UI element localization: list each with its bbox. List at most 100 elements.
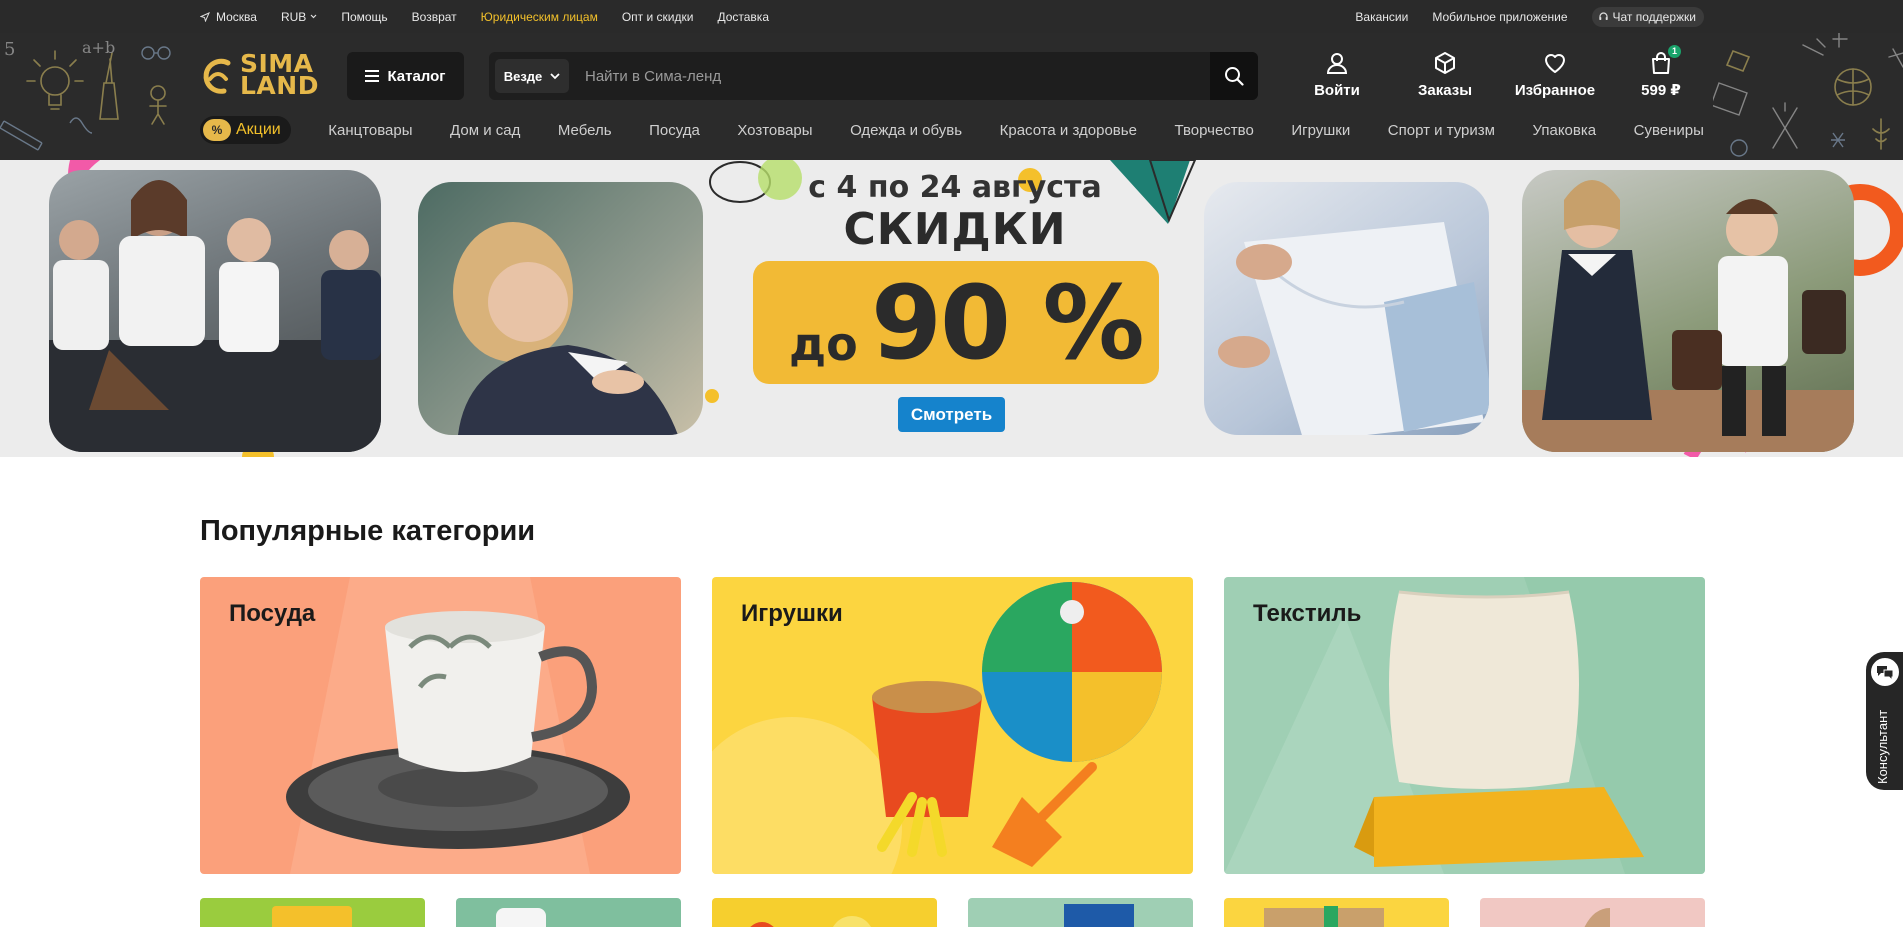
utility-bar: Москва RUB Помощь Возврат Юридическим ли… — [0, 0, 1903, 33]
promo-banner[interactable]: с 4 по 24 августа СКИДКИ до 90 % Смотрет… — [0, 160, 1903, 457]
banner-photo-girl-clapping — [418, 182, 703, 435]
search-icon — [1225, 67, 1244, 86]
logo-wordmark: SIMA LAND — [240, 49, 319, 100]
search-scope-select[interactable]: Везде — [495, 59, 569, 93]
nav-item-furniture[interactable]: Мебель — [558, 122, 612, 139]
user-icon — [1326, 53, 1348, 74]
category-card-tableware[interactable]: Посуда — [200, 577, 681, 874]
discount-plate: до 90 % — [753, 261, 1159, 384]
category-tile-4[interactable] — [968, 898, 1193, 927]
header-actions: Войти Заказы Избранное 1 599 ₽ — [1300, 45, 1696, 103]
category-card-label: Игрушки — [741, 600, 843, 627]
site-header: a+b 5 SIMA LAND Каталог Везде Найти в Си… — [0, 33, 1903, 160]
nav-item-packaging[interactable]: Упаковка — [1533, 122, 1597, 139]
nav-item-clothing[interactable]: Одежда и обувь — [850, 122, 962, 139]
category-tile-image — [1264, 906, 1384, 927]
cart-icon-wrap: 1 — [1649, 45, 1681, 75]
catalog-button[interactable]: Каталог — [347, 52, 464, 100]
category-tile-6[interactable] — [1480, 898, 1705, 927]
logo-emblem-icon — [203, 58, 231, 94]
favorites-button[interactable]: Избранное — [1510, 51, 1600, 99]
mobile-app-link[interactable]: Мобильное приложение — [1432, 10, 1567, 24]
promo-headline: СКИДКИ — [843, 204, 1067, 255]
consultant-widget[interactable]: Консультант — [1866, 652, 1903, 790]
chat-bubbles-glyph — [1877, 666, 1894, 680]
school-doodles-decoration: a+b 5 — [0, 38, 171, 151]
students-illustration — [49, 180, 381, 452]
banner-photo-students-group — [49, 170, 381, 452]
box-icon — [1435, 52, 1455, 74]
headset-icon — [1598, 12, 1608, 20]
popular-categories-title: Популярные категории — [200, 515, 536, 547]
chevron-down-icon — [310, 14, 317, 19]
cart-button[interactable]: 1 599 ₽ — [1626, 45, 1696, 99]
orders-button[interactable]: Заказы — [1408, 51, 1482, 99]
svg-text:5: 5 — [4, 39, 15, 60]
nav-item-stationery[interactable]: Канцтовары — [328, 122, 412, 139]
consultant-label: Консультант — [1875, 709, 1890, 784]
nav-item-beauty[interactable]: Красота и здоровье — [1000, 122, 1137, 139]
sima-land-logo[interactable]: SIMA LAND — [200, 47, 318, 103]
delivery-link[interactable]: Доставка — [717, 10, 769, 24]
login-button[interactable]: Войти — [1300, 51, 1374, 99]
returns-link[interactable]: Возврат — [412, 10, 457, 24]
category-tile-image — [1584, 908, 1610, 927]
category-tile-image — [272, 906, 352, 927]
category-tile-3[interactable] — [712, 898, 937, 927]
currency-label: RUB — [280, 9, 307, 24]
category-tile-2[interactable] — [456, 898, 681, 927]
nav-item-toys[interactable]: Игрушки — [1291, 122, 1350, 139]
school-supplies-decoration — [1713, 33, 1903, 157]
cart-total: 599 ₽ — [1641, 82, 1681, 99]
category-card-textile[interactable]: Текстиль — [1224, 577, 1705, 874]
nav-item-sport[interactable]: Спорт и туризм — [1388, 122, 1495, 139]
vacancies-link[interactable]: Вакансии — [1355, 10, 1408, 24]
currency-selector[interactable]: RUB — [281, 10, 317, 24]
heart-icon — [1545, 54, 1565, 73]
category-card-label: Текстиль — [1253, 600, 1362, 627]
nav-item-tableware[interactable]: Посуда — [649, 122, 700, 139]
promo-center-block: с 4 по 24 августа СКИДКИ до 90 % Смотрет… — [720, 160, 1190, 457]
banner-cta-button[interactable]: Смотреть — [898, 397, 1005, 432]
city-label: Москва — [216, 9, 257, 24]
category-card-label: Посуда — [229, 600, 316, 627]
hamburger-menu-icon — [365, 70, 380, 82]
wholesale-link[interactable]: Опт и скидки — [622, 10, 694, 24]
banner-photo-running-kids — [1522, 170, 1854, 452]
utility-bar-left: Москва RUB Помощь Возврат Юридическим ли… — [200, 0, 769, 33]
search-submit-button[interactable] — [1210, 52, 1258, 100]
category-tile-image — [496, 908, 546, 927]
percent-badge-icon: % — [203, 119, 231, 141]
notebook-illustration — [1218, 222, 1489, 435]
promotions-link[interactable]: % Акции — [200, 116, 291, 144]
search-bar: Везде — [489, 52, 1258, 100]
svg-text:a+b: a+b — [82, 38, 115, 57]
category-card-toys[interactable]: Игрушки — [712, 577, 1193, 874]
page: Москва RUB Помощь Возврат Юридическим ли… — [0, 0, 1903, 927]
category-tile-1[interactable] — [200, 898, 425, 927]
promo-dates: с 4 по 24 августа — [808, 170, 1102, 205]
nav-item-household[interactable]: Хозтовары — [737, 122, 812, 139]
login-label: Войти — [1314, 82, 1360, 99]
legal-entities-link[interactable]: Юридическим лицам — [481, 10, 598, 24]
banner-photo-notebook — [1204, 182, 1489, 435]
discount-value: 90 % — [871, 264, 1145, 383]
nav-item-crafts[interactable]: Творчество — [1174, 122, 1253, 139]
nav-item-home-garden[interactable]: Дом и сад — [450, 122, 520, 139]
city-selector[interactable]: Москва — [200, 10, 257, 24]
utility-bar-right: Вакансии Мобильное приложение Чат поддер… — [1355, 0, 1704, 33]
chevron-down-icon — [550, 72, 560, 79]
location-arrow-icon — [200, 11, 210, 22]
running-kids-illustration — [1522, 180, 1854, 452]
cart-count-badge: 1 — [1668, 45, 1681, 58]
support-chat-button[interactable]: Чат поддержки — [1591, 6, 1704, 27]
category-nav: % Акции Канцтовары Дом и сад Мебель Посу… — [200, 115, 1704, 145]
search-input[interactable] — [585, 60, 1185, 92]
support-chat-label: Чат поддержки — [1612, 9, 1696, 24]
help-link[interactable]: Помощь — [341, 10, 387, 24]
nav-item-souvenirs[interactable]: Сувениры — [1634, 122, 1704, 139]
category-tile-5[interactable] — [1224, 898, 1449, 927]
favorites-label: Избранное — [1514, 82, 1596, 99]
girl-illustration — [453, 222, 678, 435]
category-tile-image — [1064, 904, 1134, 927]
